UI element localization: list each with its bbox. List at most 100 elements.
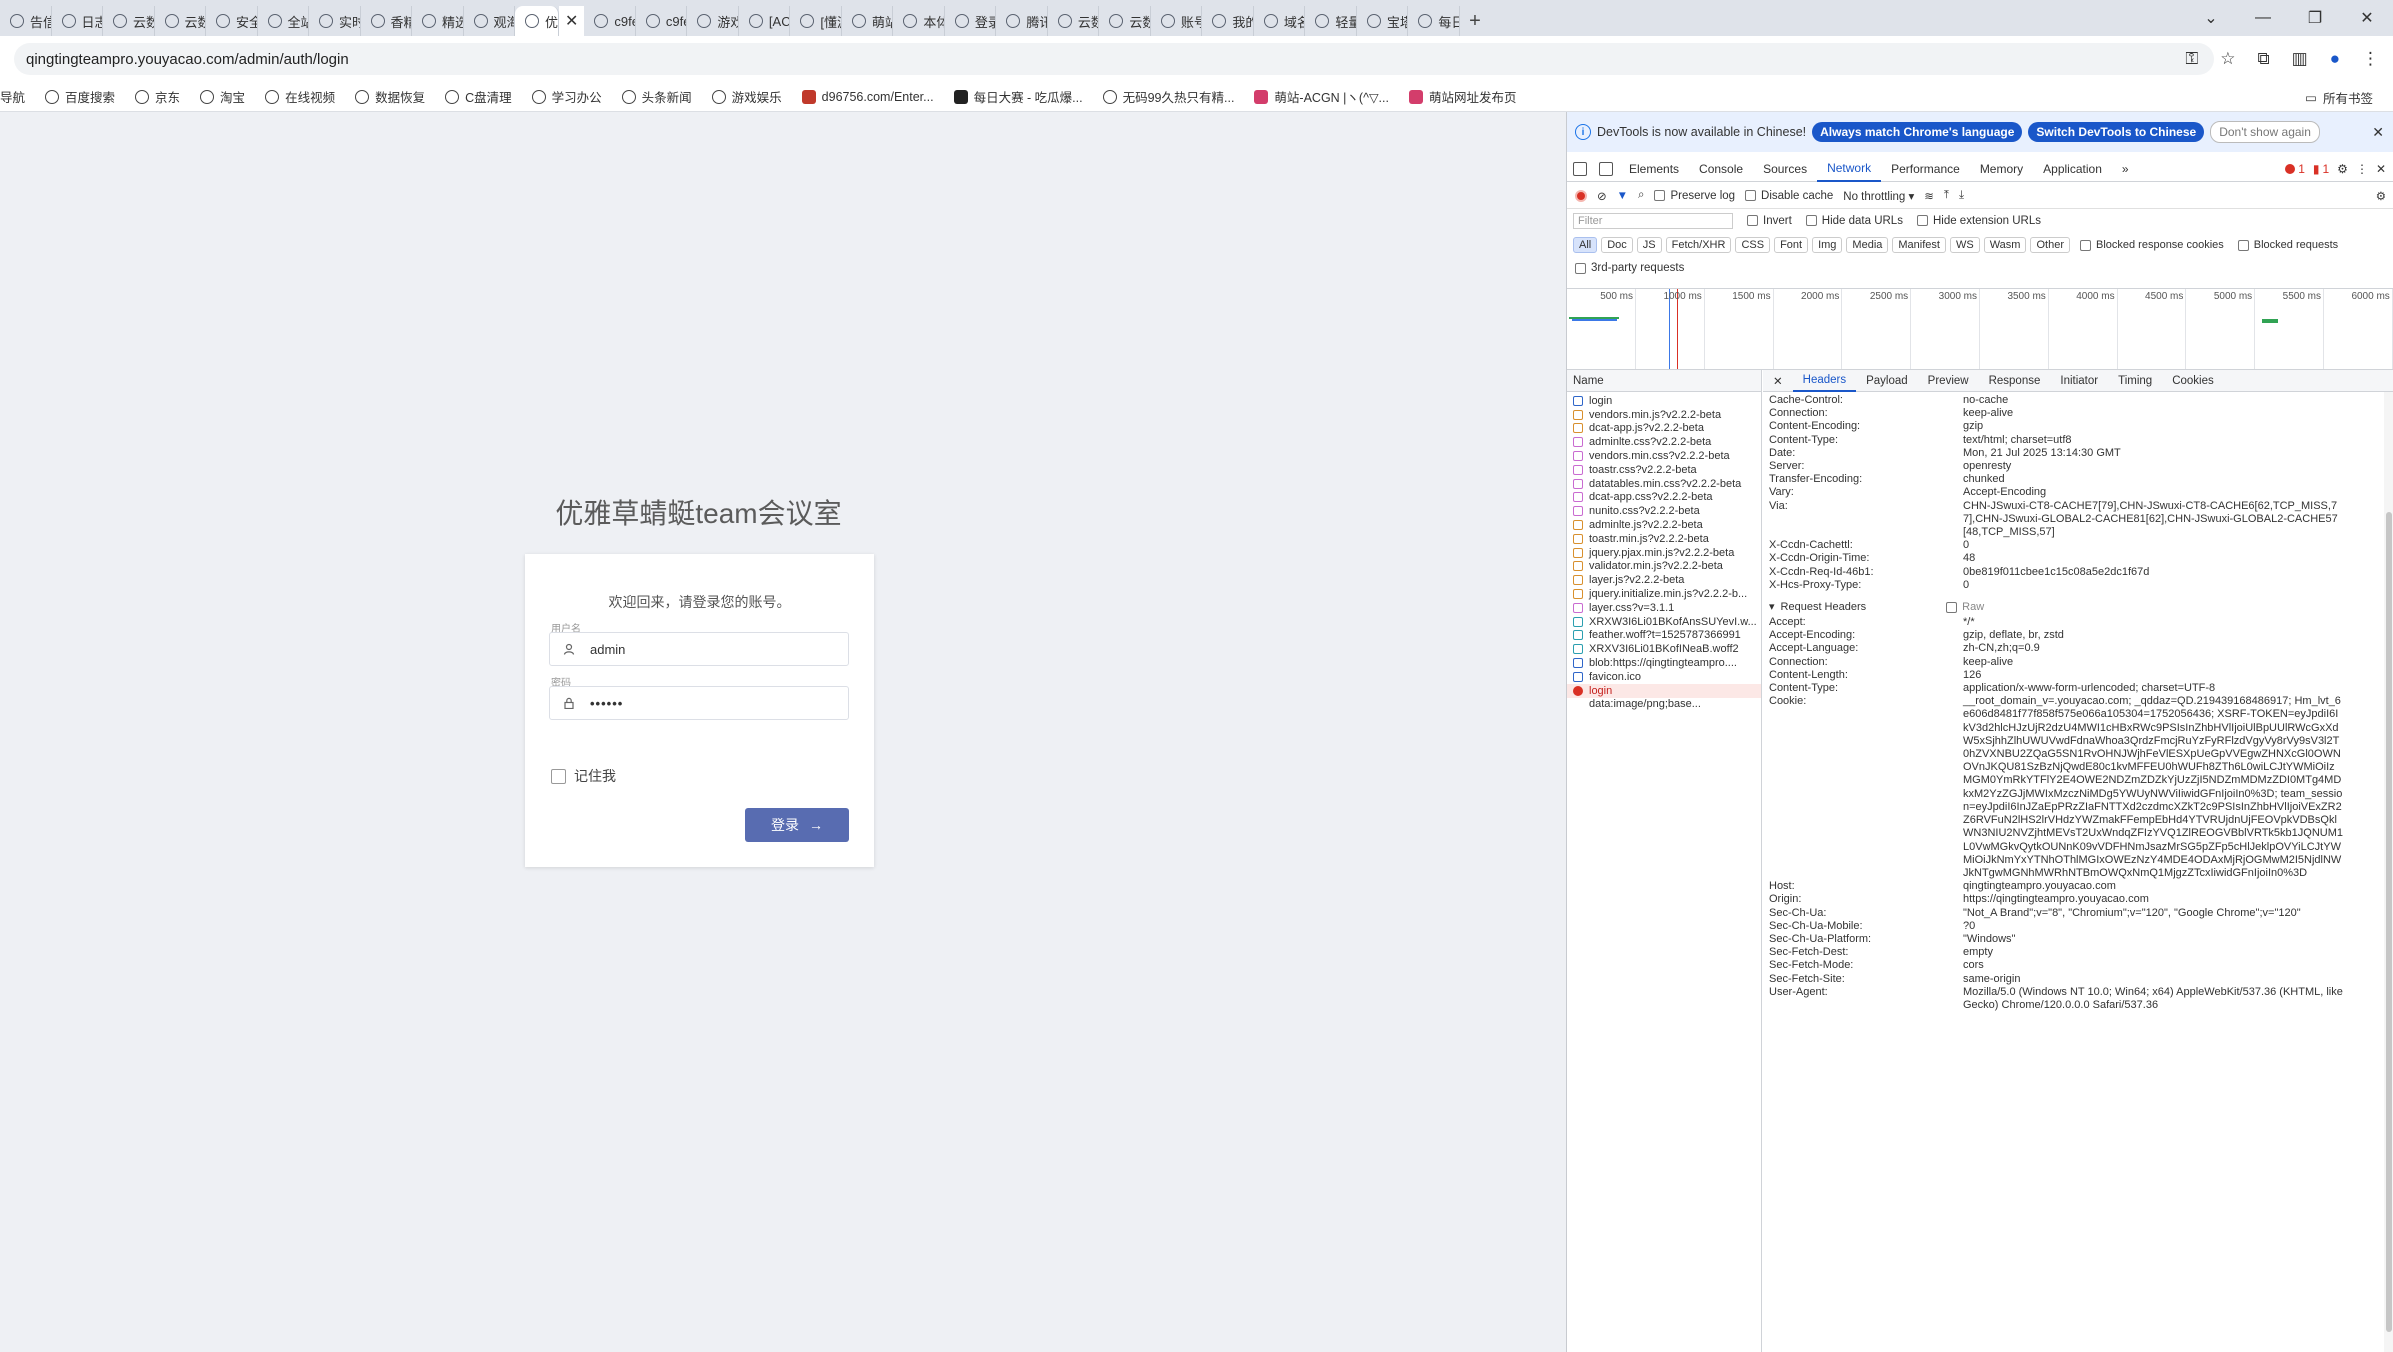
browser-tab[interactable]: c9fea: [636, 6, 688, 36]
tab-elements[interactable]: Elements: [1619, 156, 1689, 182]
bookmark-item[interactable]: 萌站-ACGN |ヽ(^▽...: [1244, 87, 1399, 106]
browser-tab[interactable]: 全站加: [258, 6, 309, 36]
browser-tab[interactable]: 账号信: [1151, 6, 1203, 36]
blocked-response-cookies-checkbox[interactable]: Blocked response cookies: [2079, 239, 2224, 251]
filter-icon[interactable]: ▼: [1617, 190, 1628, 202]
address-bar[interactable]: qingtingteampro.youyacao.com/admin/auth/…: [14, 43, 2214, 75]
maximize-button[interactable]: ❐: [2289, 0, 2341, 36]
type-filter-img[interactable]: Img: [1812, 237, 1843, 253]
hide-data-urls-checkbox[interactable]: Hide data URLs: [1805, 215, 1903, 227]
invert-checkbox[interactable]: Invert: [1747, 215, 1792, 227]
type-filter-js[interactable]: JS: [1636, 237, 1662, 253]
type-filter-other[interactable]: Other: [2030, 237, 2070, 253]
profile-avatar-icon[interactable]: ●: [2330, 49, 2340, 69]
request-row[interactable]: toastr.css?v2.2.2-beta: [1567, 463, 1761, 477]
login-button[interactable]: 登录 →: [745, 808, 849, 842]
detail-tab-response[interactable]: Response: [1979, 370, 2051, 392]
browser-tab[interactable]: c9fea: [584, 6, 636, 36]
error-count[interactable]: 1: [2285, 162, 2305, 176]
name-column-header[interactable]: Name: [1567, 370, 1761, 392]
network-overview-timeline[interactable]: 500 ms 1000 ms 1500 ms 2000 ms 2500 ms 3000 m…: [1567, 288, 2393, 370]
request-row[interactable]: blob:https://qingtingteampro....: [1567, 656, 1761, 670]
side-panel-icon[interactable]: ▥: [2292, 49, 2308, 69]
browser-tab[interactable]: 实时监: [309, 6, 361, 36]
import-har-icon[interactable]: ⤒: [1944, 189, 1949, 202]
detail-tab-preview[interactable]: Preview: [1918, 370, 1979, 392]
type-filter-css[interactable]: CSS: [1735, 237, 1771, 253]
browser-tab[interactable]: [懂渡]: [790, 6, 842, 36]
tab-application[interactable]: Application: [2033, 156, 2112, 182]
hide-extension-urls-checkbox[interactable]: Hide extension URLs: [1916, 215, 2041, 227]
browser-tab[interactable]: 日志耗: [52, 6, 103, 36]
detail-scrollbar[interactable]: [2384, 392, 2393, 1352]
detail-tab-payload[interactable]: Payload: [1856, 370, 1918, 392]
browser-tab[interactable]: 云数据: [155, 6, 206, 36]
type-filter-doc[interactable]: Doc: [1601, 237, 1633, 253]
bookmark-item[interactable]: 头条新闻: [612, 87, 702, 106]
menu-dots-icon[interactable]: ⋮: [2362, 49, 2379, 69]
request-row[interactable]: validator.min.js?v2.2.2-beta: [1567, 560, 1761, 574]
request-row[interactable]: feather.woff?t=1525787366991: [1567, 629, 1761, 643]
new-tab-button[interactable]: +: [1460, 6, 1490, 36]
devtools-menu-icon[interactable]: ⋮: [2356, 162, 2368, 176]
request-row[interactable]: dcat-app.css?v2.2.2-beta: [1567, 491, 1761, 505]
bookmark-item[interactable]: 无码99久热只有精...: [1093, 87, 1245, 106]
detail-tab-timing[interactable]: Timing: [2108, 370, 2162, 392]
browser-tab[interactable]: 本体.: [893, 6, 945, 36]
request-row[interactable]: vendors.min.js?v2.2.2-beta: [1567, 408, 1761, 422]
tab-search-icon[interactable]: ⌄: [2185, 0, 2237, 36]
request-row[interactable]: data:image/png;base...: [1567, 698, 1761, 712]
close-tab-icon[interactable]: ✕: [559, 6, 585, 36]
browser-tab[interactable]: 域名管: [1254, 6, 1306, 36]
request-row[interactable]: login: [1567, 683, 1761, 698]
bookmark-item[interactable]: 数据恢复: [345, 87, 435, 106]
browser-tab[interactable]: 观海云: [464, 6, 515, 36]
close-window-button[interactable]: ✕: [2341, 0, 2393, 36]
request-row[interactable]: vendors.min.css?v2.2.2-beta: [1567, 449, 1761, 463]
clear-icon[interactable]: ⊘: [1597, 189, 1607, 203]
browser-tab[interactable]: 轻量应: [1305, 6, 1357, 36]
always-match-language-button[interactable]: Always match Chrome's language: [1812, 122, 2023, 142]
browser-tab[interactable]: 优: [515, 6, 559, 36]
password-key-icon[interactable]: ⚿: [2185, 49, 2198, 69]
filter-input[interactable]: Filter: [1573, 213, 1733, 229]
browser-tab[interactable]: 我的账: [1202, 6, 1254, 36]
type-filter-media[interactable]: Media: [1846, 237, 1889, 253]
request-row[interactable]: nunito.css?v2.2.2-beta: [1567, 504, 1761, 518]
browser-tab[interactable]: 游戏-: [687, 6, 739, 36]
browser-tab[interactable]: 云数据: [103, 6, 155, 36]
request-row[interactable]: dcat-app.js?v2.2.2-beta: [1567, 422, 1761, 436]
request-row[interactable]: XRXW3I6Li01BKofAnsSUYevI.w...: [1567, 615, 1761, 629]
device-toolbar-icon[interactable]: [1599, 161, 1613, 176]
bookmark-star-icon[interactable]: ☆: [2220, 49, 2235, 69]
tab-sources[interactable]: Sources: [1753, 156, 1817, 182]
type-filter-all[interactable]: All: [1573, 237, 1598, 253]
scrollbar-thumb[interactable]: [2386, 512, 2392, 1332]
tab-network[interactable]: Network: [1817, 156, 1882, 182]
browser-tab[interactable]: 精选日: [412, 6, 464, 36]
preserve-log-checkbox[interactable]: Preserve log: [1654, 190, 1735, 202]
request-row[interactable]: datatables.min.css?v2.2.2-beta: [1567, 477, 1761, 491]
type-filter-ws[interactable]: WS: [1949, 237, 1980, 253]
issue-count[interactable]: ▮ 1: [2313, 162, 2329, 176]
tab-memory[interactable]: Memory: [1970, 156, 2033, 182]
browser-tab[interactable]: 登录: [945, 6, 997, 36]
raw-toggle[interactable]: Raw: [1946, 598, 1984, 616]
bookmark-item[interactable]: 淘宝: [190, 87, 255, 106]
browser-tab[interactable]: 萌站-: [842, 6, 894, 36]
search-icon[interactable]: ⌕: [1638, 189, 1644, 202]
bookmark-item[interactable]: 导航: [0, 87, 35, 106]
tab-console[interactable]: Console: [1689, 156, 1753, 182]
request-row[interactable]: toastr.min.js?v2.2.2-beta: [1567, 532, 1761, 546]
minimize-button[interactable]: —: [2237, 0, 2289, 36]
network-settings-icon[interactable]: ⚙: [2376, 189, 2386, 203]
bookmark-item[interactable]: 学习办公: [522, 87, 612, 106]
settings-gear-icon[interactable]: ⚙: [2337, 162, 2348, 176]
record-icon[interactable]: [1575, 189, 1587, 202]
username-field[interactable]: admin: [549, 632, 849, 666]
request-row[interactable]: XRXV3I6Li01BKofINeaB.woff2: [1567, 642, 1761, 656]
bookmark-item[interactable]: C盘清理: [435, 87, 522, 106]
inspect-element-icon[interactable]: [1573, 161, 1587, 176]
request-row[interactable]: adminlte.css?v2.2.2-beta: [1567, 435, 1761, 449]
bookmark-item[interactable]: 在线视频: [255, 87, 345, 106]
